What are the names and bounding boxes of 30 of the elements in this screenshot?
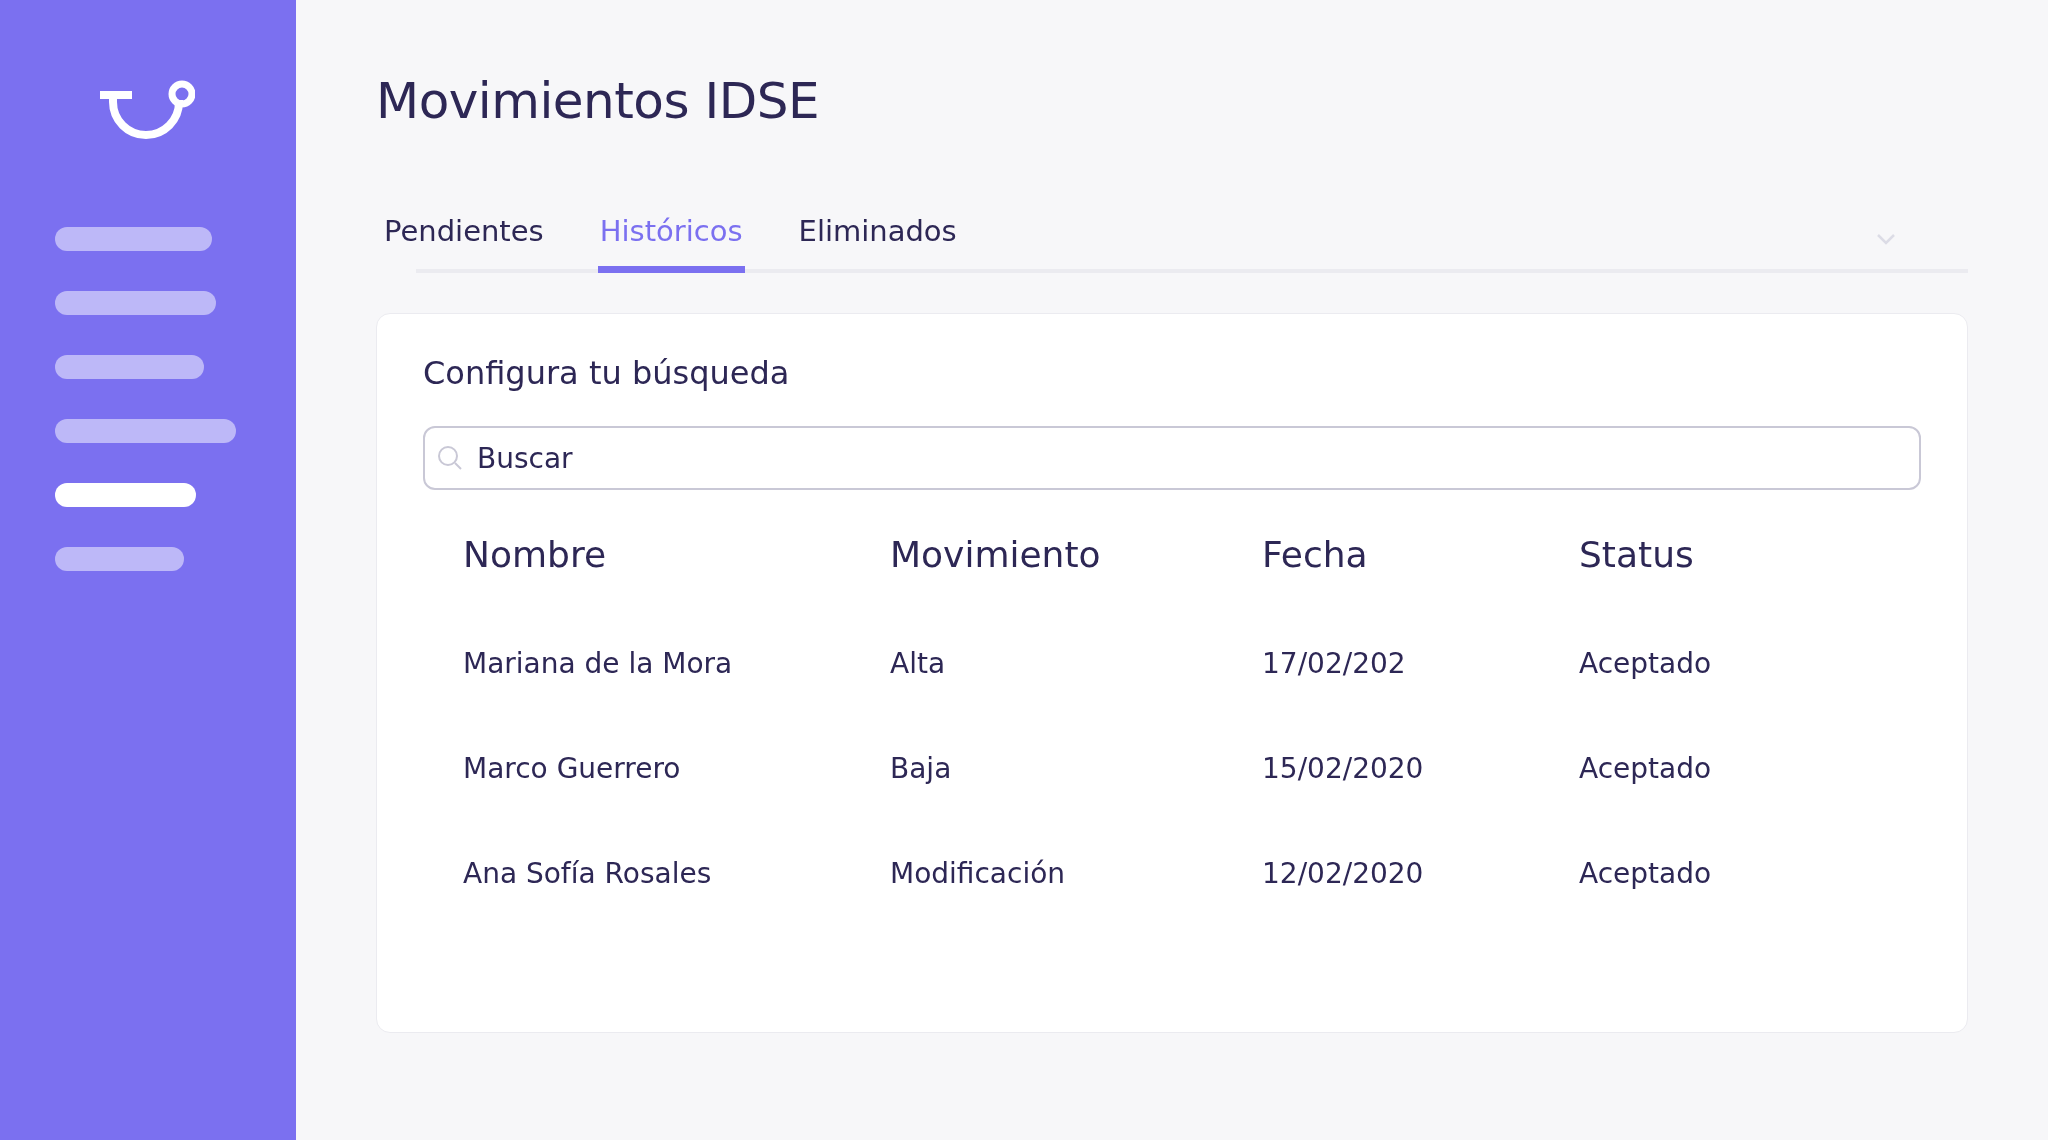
column-header: Status <box>1579 533 1695 577</box>
table-cell: Baja <box>890 752 952 785</box>
table-cell: Aceptado <box>1579 647 1712 680</box>
table-cell: Modificación <box>890 857 1066 890</box>
column-header: Fecha <box>1262 533 1369 577</box>
table-cell: Mariana de la Mora <box>463 647 733 680</box>
card-title: Configura tu búsqueda <box>423 354 791 392</box>
sidebar-item[interactable] <box>55 355 204 379</box>
table-cell: 17/02/202 <box>1262 647 1406 680</box>
search-icon <box>437 445 463 471</box>
sidebar-item[interactable] <box>55 291 216 315</box>
table-cell: 12/02/2020 <box>1262 857 1424 890</box>
page-title: Movimientos IDSE <box>376 72 820 130</box>
sidebar-item[interactable] <box>55 547 184 571</box>
table-cell: Alta <box>890 647 946 680</box>
table-cell: Aceptado <box>1579 752 1712 785</box>
chevron-down-icon[interactable] <box>1876 233 1896 245</box>
column-header: Movimiento <box>890 533 1102 577</box>
table-cell: Aceptado <box>1579 857 1712 890</box>
table-cell: Marco Guerrero <box>463 752 681 785</box>
column-header: Nombre <box>463 533 608 577</box>
search-field[interactable]: Buscar <box>423 426 1921 490</box>
sidebar-item[interactable] <box>55 483 196 507</box>
table-cell: 15/02/2020 <box>1262 752 1424 785</box>
tab[interactable]: Pendientes <box>382 214 546 273</box>
sidebar-item[interactable] <box>55 419 236 443</box>
table-cell: Ana Sofía Rosales <box>463 857 712 890</box>
tab[interactable]: Históricos <box>597 214 745 273</box>
sidebar-item[interactable] <box>55 227 212 251</box>
tab[interactable]: Eliminados <box>796 214 959 273</box>
